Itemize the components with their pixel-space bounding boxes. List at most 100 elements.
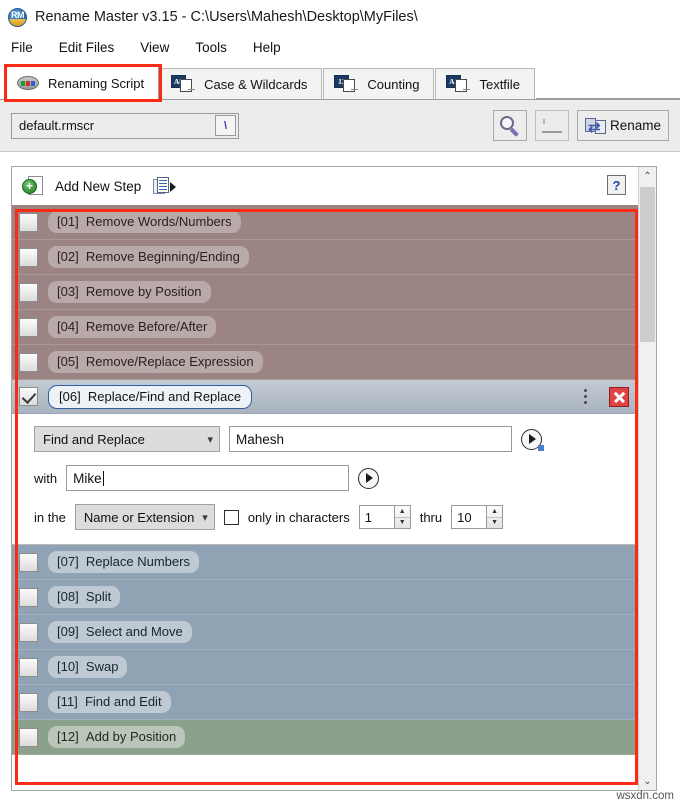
step-checkbox-02[interactable]: [19, 247, 38, 267]
step-row-09[interactable]: [09] Select and Move: [12, 615, 638, 650]
step-row-01[interactable]: [01] Remove Words/Numbers: [12, 205, 638, 240]
step-label-05: [05] Remove/Replace Expression: [48, 351, 263, 373]
menu-bar: File Edit Files View Tools Help: [0, 34, 680, 61]
step-number-12: [12]: [57, 729, 79, 744]
step-checkbox-11[interactable]: [19, 692, 38, 712]
step-text-12: Add by Position: [85, 729, 177, 744]
scroll-up-arrow-icon[interactable]: ⌃: [639, 167, 656, 185]
with-input-value: Mike: [73, 470, 102, 486]
step-label-02: [02] Remove Beginning/Ending: [48, 246, 249, 268]
script-file-combo[interactable]: default.rmscr \: [11, 112, 239, 139]
scope-row: in the Name or Extension ▾ only in chara…: [34, 504, 624, 530]
step-06-body: Find and Replace ▾ Mahesh with Mike in t…: [12, 414, 638, 545]
tab-case-wildcards[interactable]: Ab Case & Wildcards: [160, 68, 323, 99]
renaming-script-icon: [17, 76, 39, 90]
step-number-11: [11]: [57, 694, 78, 709]
menu-item-edit-files[interactable]: Edit Files: [57, 38, 126, 57]
step-row-04[interactable]: [04] Remove Before/After: [12, 310, 638, 345]
from-character-arrows[interactable]: ▲ ▼: [394, 505, 411, 529]
close-icon[interactable]: [609, 386, 629, 407]
step-number-07: [07]: [57, 554, 79, 569]
step-number-06: [06]: [59, 388, 81, 404]
tab-textfile[interactable]: Ab Textfile: [435, 68, 535, 99]
step-list: [01] Remove Words/Numbers [02] Remove Be…: [12, 205, 638, 790]
step-checkbox-09[interactable]: [19, 622, 38, 642]
step-06-header[interactable]: [06] Replace/Find and Replace: [12, 380, 638, 414]
with-input[interactable]: Mike: [66, 465, 350, 491]
from-character-stepper[interactable]: 1 ▲ ▼: [358, 505, 411, 529]
step-checkbox-05[interactable]: [19, 352, 38, 372]
scope-select[interactable]: Name or Extension ▾: [74, 504, 215, 530]
step-text-02: Remove Beginning/Ending: [85, 249, 240, 264]
step-row-07[interactable]: [07] Replace Numbers: [12, 545, 638, 580]
step-row-08[interactable]: [08] Split: [12, 580, 638, 615]
tab-textfile-label: Textfile: [479, 76, 520, 92]
scrollbar-thumb[interactable]: [640, 187, 655, 342]
step-text-11: Find and Edit: [84, 694, 162, 709]
add-new-step-button[interactable]: Add New Step: [55, 179, 141, 194]
scope-select-value: Name or Extension: [83, 509, 195, 525]
steps-panel: + Add New Step ? [01] Remove Words/Numbe…: [11, 166, 657, 791]
step-checkbox-01[interactable]: [19, 212, 38, 232]
magnifier-icon: [499, 115, 520, 137]
scrollbar-track[interactable]: [639, 185, 656, 772]
step-row-11[interactable]: [11] Find and Edit: [12, 685, 638, 720]
step-text-04: Remove Before/After: [85, 319, 208, 334]
step-row-12[interactable]: [12] Add by Position: [12, 720, 638, 755]
step-row-05[interactable]: [05] Remove/Replace Expression: [12, 345, 638, 380]
step-text-10: Swap: [85, 659, 119, 674]
step-checkbox-12[interactable]: [19, 727, 38, 747]
only-in-characters-checkbox[interactable]: [223, 509, 239, 525]
step-text-01: Remove Words/Numbers: [85, 214, 232, 229]
step-number-02: [02]: [57, 249, 79, 264]
ab-files-icon: Ab: [171, 75, 196, 93]
preview-button[interactable]: [492, 110, 527, 141]
replace-mode-select[interactable]: Find and Replace ▾: [34, 426, 220, 452]
tab-strip-filler: [535, 98, 680, 99]
step-row-03[interactable]: [03] Remove by Position: [12, 275, 638, 310]
rename-button[interactable]: ⇄ Rename: [576, 110, 669, 141]
title-bar: RM Rename Master v3.15 - C:\Users\Mahesh…: [0, 0, 680, 34]
step-number-08: [08]: [57, 589, 79, 604]
chevron-down-icon[interactable]: \: [215, 115, 236, 136]
app-icon-label: RM: [11, 9, 25, 20]
vertical-scrollbar[interactable]: ⌃ ⌄: [638, 167, 656, 790]
copy-steps-icon[interactable]: [153, 176, 177, 196]
step-label-07: [07] Replace Numbers: [48, 551, 199, 573]
with-insert-button[interactable]: [358, 467, 380, 489]
step-options-icon[interactable]: [579, 389, 591, 404]
step-checkbox-08[interactable]: [19, 587, 38, 607]
step-row-02[interactable]: [02] Remove Beginning/Ending: [12, 240, 638, 275]
find-row: Find and Replace ▾ Mahesh: [34, 426, 624, 452]
scroll-down-arrow-icon[interactable]: ⌄: [639, 772, 656, 790]
step-checkbox-07[interactable]: [19, 552, 38, 572]
menu-item-tools[interactable]: Tools: [193, 38, 238, 57]
tab-counting[interactable]: 12 Counting: [323, 68, 435, 99]
to-character-arrows[interactable]: ▲ ▼: [487, 505, 504, 529]
help-button[interactable]: ?: [607, 175, 626, 195]
step-checkbox-10[interactable]: [19, 657, 38, 677]
menu-item-view[interactable]: View: [138, 38, 180, 57]
find-input[interactable]: Mahesh: [229, 426, 512, 452]
step-checkbox-06[interactable]: [19, 387, 38, 406]
step-row-10[interactable]: [10] Swap: [12, 650, 638, 685]
menu-item-file[interactable]: File: [9, 38, 44, 57]
step-label-03: [03] Remove by Position: [48, 281, 211, 303]
with-row: with Mike: [34, 465, 624, 491]
text-cursor: [102, 470, 104, 486]
step-label-10: [10] Swap: [48, 656, 128, 678]
undo-button[interactable]: [534, 110, 569, 141]
tab-counting-label: Counting: [367, 76, 420, 92]
tab-renaming-script[interactable]: Renaming Script: [6, 66, 160, 99]
with-label: with: [34, 470, 58, 486]
add-step-icon: +: [22, 175, 43, 197]
add-step-row: + Add New Step ?: [12, 167, 638, 205]
step-checkbox-04[interactable]: [19, 317, 38, 337]
step-text-05: Remove/Replace Expression: [85, 354, 254, 369]
step-checkbox-03[interactable]: [19, 282, 38, 302]
rename-arrows-icon: ⇄: [584, 117, 606, 135]
menu-item-help[interactable]: Help: [251, 38, 292, 57]
to-character-stepper[interactable]: 10 ▲ ▼: [451, 505, 504, 529]
step-text-07: Replace Numbers: [85, 554, 190, 569]
find-insert-button[interactable]: [521, 428, 544, 451]
